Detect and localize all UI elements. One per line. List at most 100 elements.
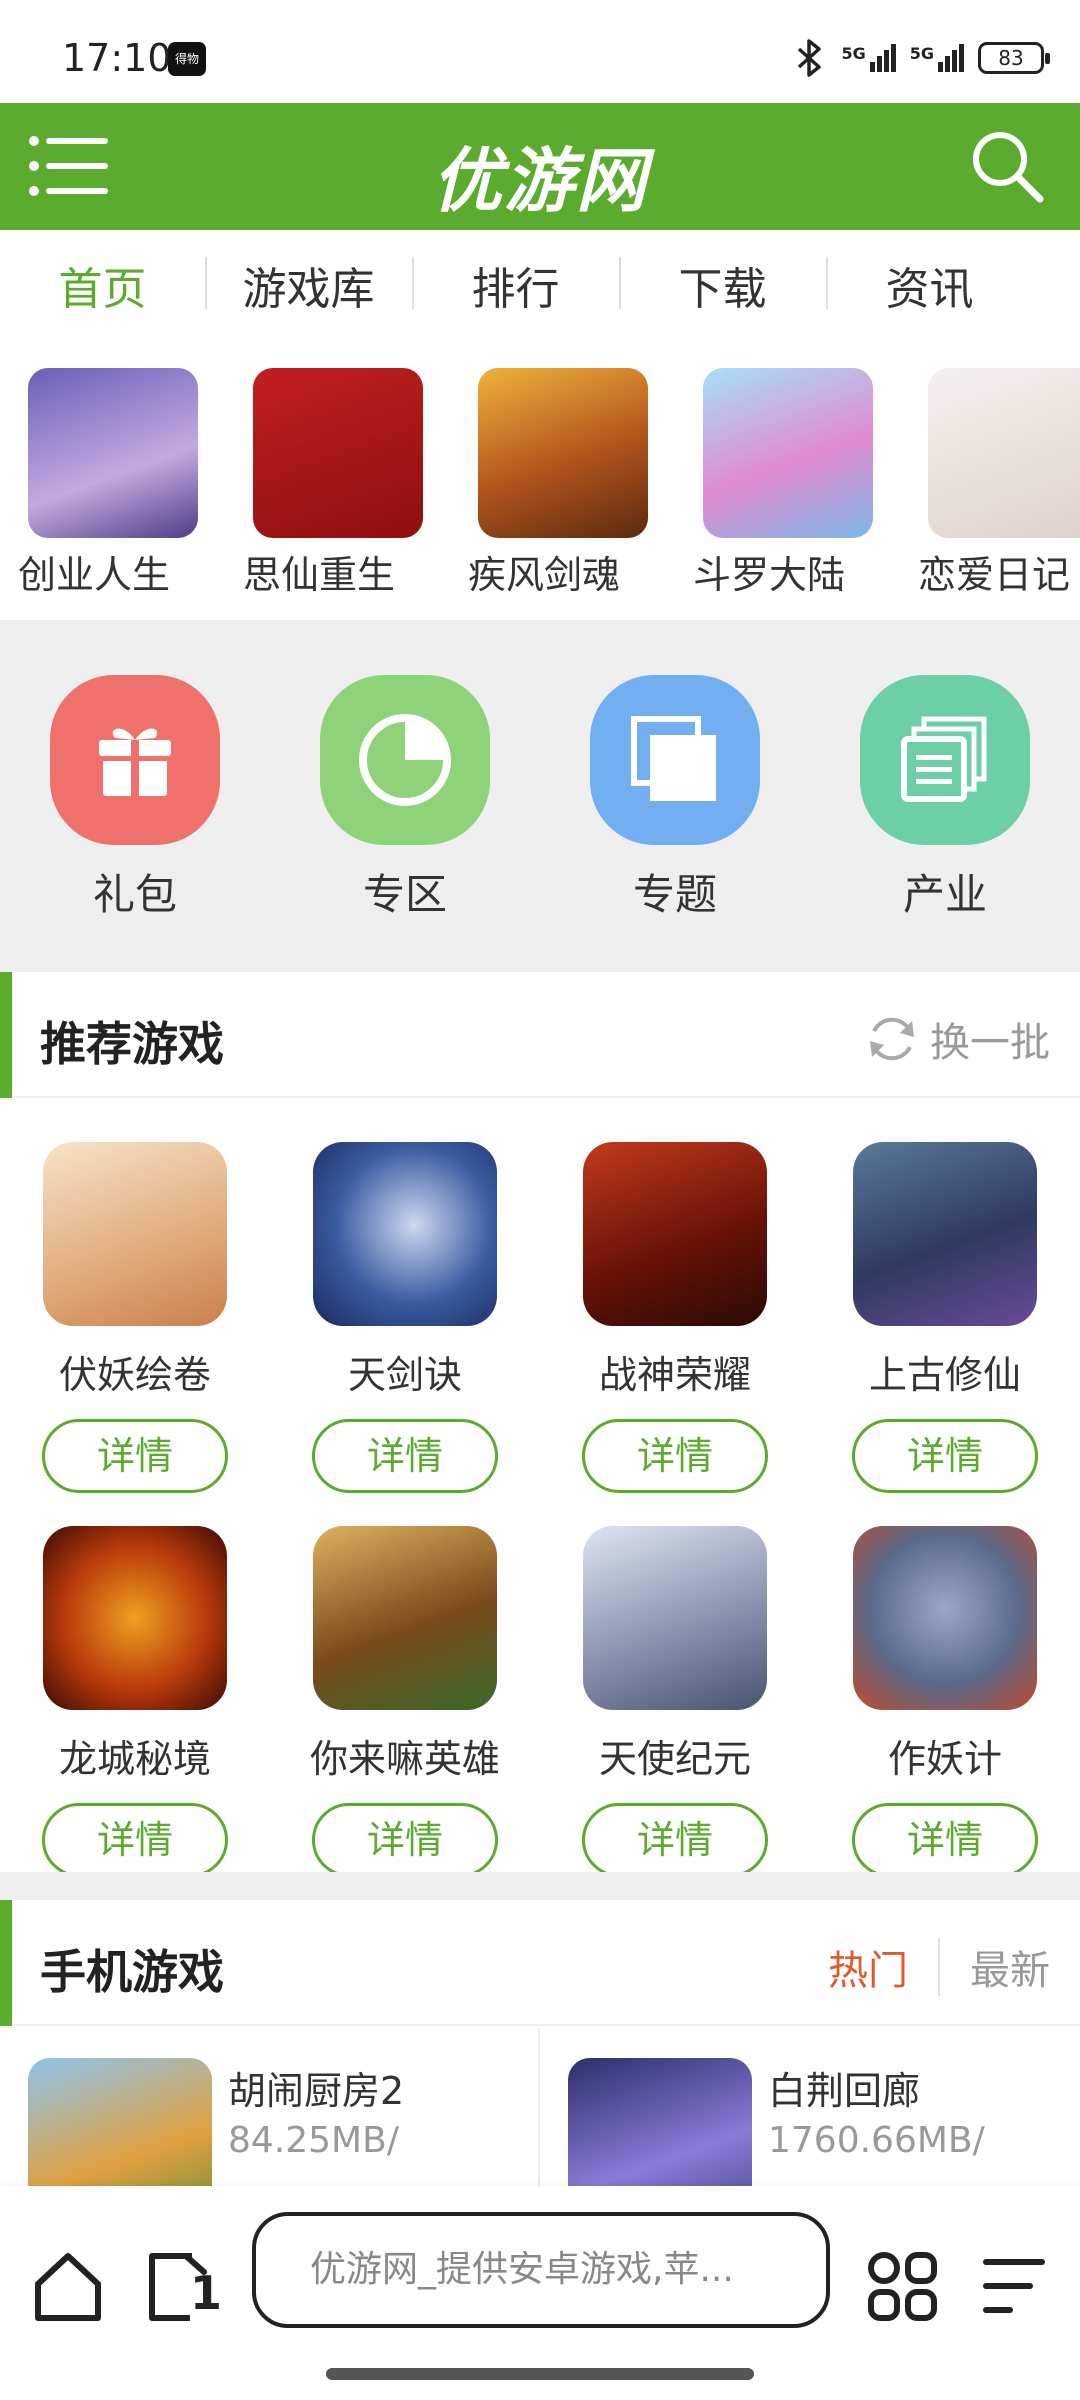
game-icon	[568, 2058, 752, 2186]
game-card: 伏妖绘卷 详情	[40, 1142, 230, 1493]
game-icon[interactable]	[43, 1142, 227, 1326]
game-card: 天剑诀 详情	[310, 1142, 500, 1493]
search-icon[interactable]	[966, 125, 1046, 205]
game-icon[interactable]	[583, 1142, 767, 1326]
address-bar[interactable]: 优游网_提供安卓游戏,苹...	[252, 2212, 830, 2328]
featured-game[interactable]: 疾风剑魂	[468, 368, 658, 599]
category-industry[interactable]: 产业	[860, 675, 1030, 922]
section-divider	[0, 1872, 1080, 1900]
section-title: 推荐游戏	[40, 1017, 224, 1071]
game-name: 龙城秘境	[58, 1737, 211, 1781]
details-button[interactable]: 详情	[852, 1803, 1038, 1877]
sort-hot-tab[interactable]: 热门	[828, 1938, 940, 1996]
details-button[interactable]: 详情	[42, 1419, 228, 1493]
game-icon[interactable]	[583, 1526, 767, 1710]
details-button[interactable]: 详情	[582, 1419, 768, 1493]
game-icon[interactable]	[853, 1526, 1037, 1710]
category-label: 专区	[362, 870, 447, 919]
category-zone[interactable]: 专区	[320, 675, 490, 922]
signal-icon-2: 5G	[910, 44, 964, 72]
featured-game[interactable]: 创业人生	[18, 368, 208, 599]
game-name: 恋爱日记	[918, 553, 1071, 597]
game-card: 上古修仙 详情	[850, 1142, 1040, 1493]
section-accent-bar	[0, 1900, 12, 2026]
game-name: 白荆回廊	[768, 2069, 921, 2113]
tab-news[interactable]: 资讯	[826, 253, 1033, 317]
sort-new-tab[interactable]: 最新	[940, 1938, 1050, 1996]
details-button[interactable]: 详情	[852, 1419, 1038, 1493]
home-indicator[interactable]	[326, 2368, 754, 2380]
game-name: 上古修仙	[868, 1353, 1021, 1397]
game-icon	[28, 2058, 212, 2186]
network-label-1: 5G	[841, 44, 866, 63]
game-card: 作妖计 详情	[850, 1526, 1040, 1877]
featured-game[interactable]: 恋爱日记	[918, 368, 1080, 599]
category-label: 专题	[632, 870, 717, 919]
tab-ranking[interactable]: 排行	[412, 253, 619, 317]
status-bar: 17:10 得物 5G 5G 83	[0, 0, 1080, 103]
game-size: 84.25MB/	[228, 2120, 399, 2161]
status-indicators: 5G 5G 83	[793, 38, 1050, 78]
game-icon	[28, 368, 198, 538]
game-icon	[478, 368, 648, 538]
recommended-header: 推荐游戏 换一批	[0, 972, 1080, 1098]
details-button[interactable]: 详情	[582, 1803, 768, 1877]
section-title: 手机游戏	[40, 1945, 224, 1999]
game-card: 战神荣耀 详情	[580, 1142, 770, 1493]
game-icon	[703, 368, 873, 538]
refresh-label: 换一批	[930, 1020, 1050, 1066]
menu-lines-icon[interactable]	[974, 2246, 1054, 2326]
list-item[interactable]: 白荆回廊 1760.66MB/	[568, 2058, 1080, 2186]
game-card: 你来嘛英雄 详情	[310, 1526, 500, 1877]
battery-icon: 83	[978, 42, 1050, 74]
category-gift[interactable]: 礼包	[50, 675, 220, 922]
list-item[interactable]: 胡闹厨房2 84.25MB/	[28, 2058, 548, 2186]
details-button[interactable]: 详情	[312, 1803, 498, 1877]
featured-games-row: 创业人生 思仙重生 疾风剑魂 斗罗大陆 恋爱日记	[0, 360, 1080, 600]
mobile-games-list: 胡闹厨房2 84.25MB/ 白荆回廊 1760.66MB/	[0, 2028, 1080, 2186]
game-icon[interactable]	[853, 1142, 1037, 1326]
featured-game[interactable]: 思仙重生	[243, 368, 433, 599]
game-icon	[253, 368, 423, 538]
bluetooth-icon	[798, 39, 822, 77]
game-card: 龙城秘境 详情	[40, 1526, 230, 1877]
recommended-grid: 伏妖绘卷 详情 天剑诀 详情 战神荣耀 详情 上古修仙 详情 龙城秘境 详情 你…	[0, 1100, 1080, 1877]
game-name: 天剑诀	[347, 1353, 462, 1397]
game-name: 疾风剑魂	[468, 553, 621, 597]
featured-game[interactable]: 斗罗大陆	[693, 368, 883, 599]
network-label-2: 5G	[909, 44, 934, 63]
site-logo[interactable]: 优游网	[0, 125, 1080, 226]
game-icon[interactable]	[43, 1526, 227, 1710]
refresh-button[interactable]: 换一批	[864, 1010, 1050, 1068]
game-name: 思仙重生	[243, 553, 396, 597]
game-size: 1760.66MB/	[768, 2120, 985, 2161]
category-topic[interactable]: 专题	[590, 675, 760, 922]
signal-icon-1: 5G	[841, 44, 896, 72]
details-button[interactable]: 详情	[312, 1419, 498, 1493]
browser-bottom-bar: 1 优游网_提供安卓游戏,苹...	[0, 2186, 1080, 2400]
stacked-squares-icon	[590, 675, 760, 845]
grid-icon[interactable]	[862, 2246, 942, 2326]
game-card: 天使纪元 详情	[580, 1526, 770, 1877]
home-icon[interactable]	[28, 2246, 108, 2326]
tabs-count-icon[interactable]: 1	[142, 2246, 222, 2326]
game-icon[interactable]	[313, 1526, 497, 1710]
game-name: 斗罗大陆	[693, 553, 846, 597]
tab-home[interactable]: 首页	[0, 253, 205, 317]
gift-icon	[50, 675, 220, 845]
column-divider	[538, 2028, 540, 2186]
documents-icon	[860, 675, 1030, 845]
game-icon[interactable]	[313, 1142, 497, 1326]
game-icon	[928, 368, 1080, 538]
category-section: 礼包 专区 专题 产业	[0, 620, 1080, 972]
status-time: 17:10	[62, 36, 172, 80]
section-accent-bar	[0, 972, 12, 1098]
category-label: 产业	[902, 870, 987, 919]
app-header: 优游网	[0, 103, 1080, 230]
game-name: 创业人生	[18, 553, 171, 597]
tab-game-library[interactable]: 游戏库	[205, 253, 412, 317]
status-app-icon: 得物	[168, 42, 206, 76]
tab-download[interactable]: 下载	[619, 253, 826, 317]
nav-tabs: 首页 游戏库 排行 下载 资讯	[0, 230, 1080, 340]
details-button[interactable]: 详情	[42, 1803, 228, 1877]
